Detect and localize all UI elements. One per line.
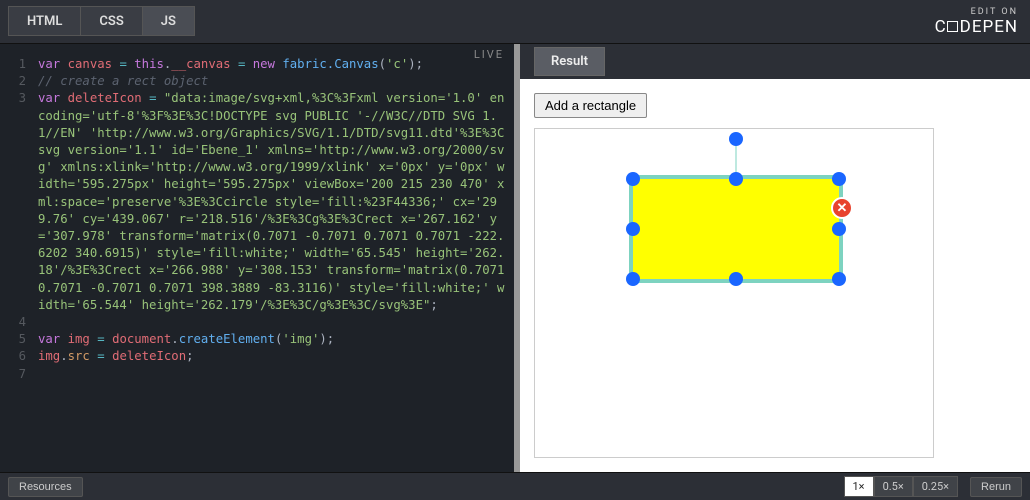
brand-codepen: CDEPEN	[935, 17, 1018, 37]
resize-handle-mr[interactable]	[832, 222, 846, 236]
zoom-025x[interactable]: 0.25×	[913, 476, 958, 497]
footer-right: 1× 0.5× 0.25× Rerun	[844, 476, 1023, 497]
fabric-canvas[interactable]: ✕	[534, 128, 934, 458]
line-number: 6	[0, 348, 38, 365]
zoom-1x[interactable]: 1×	[844, 476, 874, 497]
rotate-handle[interactable]	[729, 132, 743, 146]
line-number: 1	[0, 56, 38, 73]
resize-handle-ml[interactable]	[626, 222, 640, 236]
resize-handle-bm[interactable]	[729, 272, 743, 286]
tab-result[interactable]: Result	[534, 47, 605, 76]
cube-icon	[947, 21, 958, 32]
line-number: 5	[0, 331, 38, 348]
tab-html[interactable]: HTML	[8, 6, 80, 36]
tab-css[interactable]: CSS	[80, 6, 141, 36]
resources-button[interactable]: Resources	[8, 477, 83, 497]
resize-handle-tl[interactable]	[626, 172, 640, 186]
resize-handle-tr[interactable]	[832, 172, 846, 186]
line-number: 7	[0, 366, 38, 383]
tab-js[interactable]: JS	[142, 6, 195, 36]
brand-edit-on: EDIT ON	[971, 7, 1018, 17]
code-content[interactable]: 1var canvas = this.__canvas = new fabric…	[0, 44, 514, 383]
yellow-rectangle[interactable]: ✕	[629, 175, 843, 283]
resize-handle-tm[interactable]	[729, 172, 743, 186]
code-text[interactable]	[38, 366, 514, 383]
code-text[interactable]: // create a rect object	[38, 73, 514, 90]
code-line[interactable]: 4	[0, 314, 514, 331]
live-indicator: LIVE	[474, 48, 504, 61]
resize-handle-br[interactable]	[832, 272, 846, 286]
zoom-05x[interactable]: 0.5×	[874, 476, 913, 497]
bottom-bar: Resources 1× 0.5× 0.25× Rerun	[0, 472, 1030, 500]
code-line[interactable]: 2// create a rect object	[0, 73, 514, 90]
code-line[interactable]: 3var deleteIcon = "data:image/svg+xml,%3…	[0, 90, 514, 314]
line-number: 2	[0, 73, 38, 90]
code-text[interactable]: var img = document.createElement('img');	[38, 331, 514, 348]
code-text[interactable]: var canvas = this.__canvas = new fabric.…	[38, 56, 514, 73]
result-header: Result	[520, 44, 1030, 79]
editor-tabs: HTML CSS JS	[0, 0, 195, 43]
delete-icon[interactable]: ✕	[831, 197, 853, 219]
resize-handle-bl[interactable]	[626, 272, 640, 286]
code-editor[interactable]: LIVE 1var canvas = this.__canvas = new f…	[0, 44, 514, 472]
add-rectangle-button[interactable]: Add a rectangle	[534, 93, 647, 118]
line-number: 4	[0, 314, 38, 331]
code-line[interactable]: 1var canvas = this.__canvas = new fabric…	[0, 56, 514, 73]
code-line[interactable]: 6img.src = deleteIcon;	[0, 348, 514, 365]
code-line[interactable]: 7	[0, 366, 514, 383]
line-number: 3	[0, 90, 38, 314]
code-line[interactable]: 5var img = document.createElement('img')…	[0, 331, 514, 348]
zoom-controls: 1× 0.5× 0.25×	[844, 476, 959, 497]
brand-logo[interactable]: EDIT ON CDEPEN	[935, 7, 1030, 37]
rerun-button[interactable]: Rerun	[970, 477, 1022, 497]
code-text[interactable]	[38, 314, 514, 331]
top-bar: HTML CSS JS EDIT ON CDEPEN	[0, 0, 1030, 44]
result-pane: Result Add a rectangle ✕	[520, 44, 1030, 472]
code-text[interactable]: var deleteIcon = "data:image/svg+xml,%3C…	[38, 90, 514, 314]
code-text[interactable]: img.src = deleteIcon;	[38, 348, 514, 365]
result-iframe: Add a rectangle ✕	[520, 79, 1030, 472]
main-split: LIVE 1var canvas = this.__canvas = new f…	[0, 44, 1030, 472]
